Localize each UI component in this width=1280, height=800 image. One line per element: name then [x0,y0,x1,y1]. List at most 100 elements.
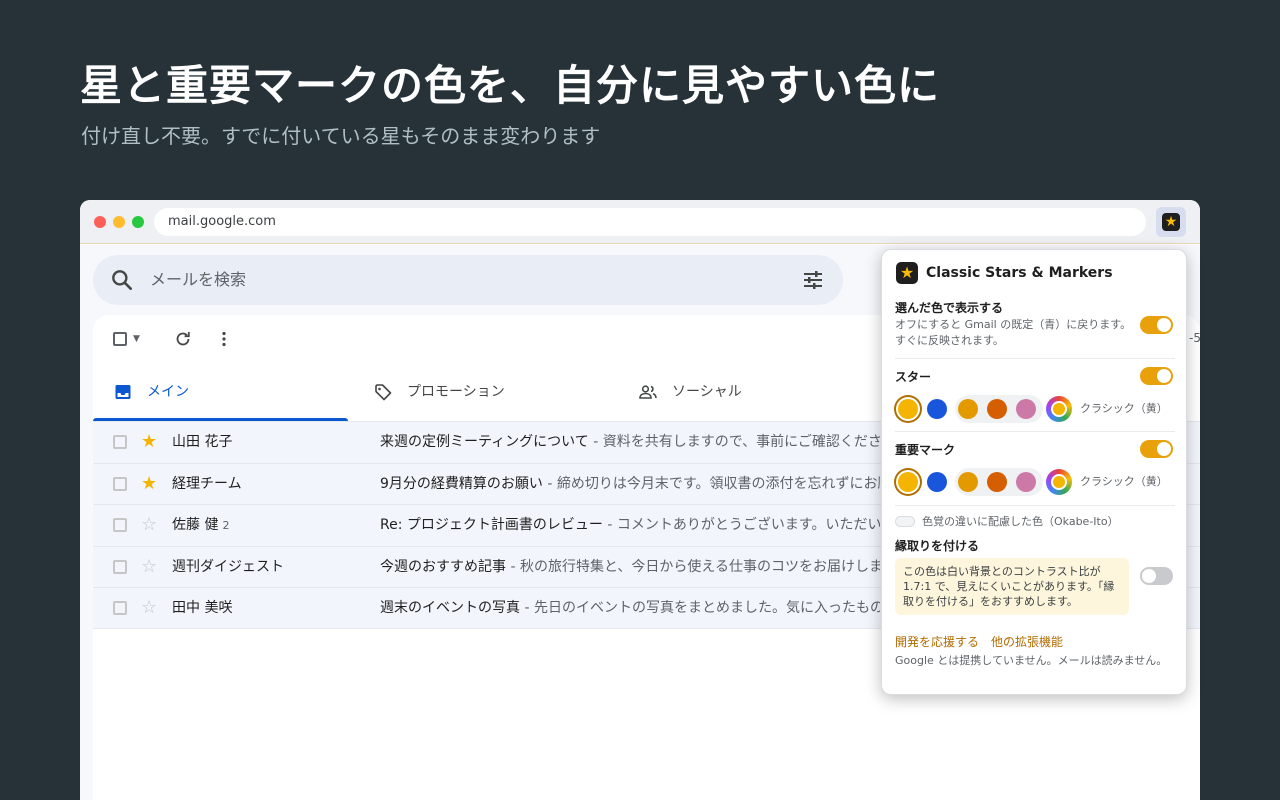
star-outline-icon[interactable]: ☆ [141,513,157,537]
inbox-icon [115,385,131,399]
divider [895,358,1175,359]
search-bar[interactable]: メールを検索 [93,255,843,305]
show-colors-description: オフにすると Gmail の既定（青）に戻ります。すぐに反映されます。 [895,318,1132,347]
row-checkbox[interactable] [113,559,127,574]
star-outline-icon[interactable]: ☆ [141,596,157,620]
refresh-icon[interactable] [173,329,193,349]
star-icon[interactable]: ★ [141,430,157,454]
email-snippet: - 資料を共有しますので、事前にご確認ください [588,434,880,450]
tab-main[interactable]: メイン [93,363,353,421]
swatch-orange[interactable] [958,399,978,419]
marker-color-swatches: クラシック（黄） [895,468,1185,496]
swatch-pink[interactable] [1016,399,1036,419]
star-icon[interactable]: ★ [141,472,157,496]
outline-heading: 縁取りを付ける [895,539,980,553]
show-colors-heading: 選んだ色で表示する [895,301,1004,315]
sender-name: 田中 美咲 [172,600,233,617]
tab-label: プロモーション [407,384,505,400]
swatch-pink[interactable] [1016,472,1036,492]
toggle-knob [1157,318,1171,332]
search-options-icon[interactable] [801,268,825,292]
swatch-vermillion[interactable] [987,399,1007,419]
disclaimer: Google とは提携していません。メールは読みません。 [895,654,1168,667]
row-checkbox[interactable] [113,601,127,616]
popup-links: 開発を応援する 他の拡張機能 [895,633,1075,650]
thread-count: 2 [222,519,230,533]
hero-title: 星と重要マークの色を、自分に見やすい色に [80,61,941,110]
page-range: -5 [1189,331,1200,345]
swatch-blue[interactable] [927,399,947,419]
sender-name: 山田 花子 [172,434,233,450]
toggle-knob [1142,569,1156,583]
email-snippet: - 締め切りは今月末です。領収書の添付を忘れずにお願い [542,475,880,492]
email-subject: 週末のイベントの写真 [380,600,520,617]
tab-promotions[interactable]: プロモーション [353,363,613,421]
star-icon: ★ [896,262,918,284]
email-snippet: - 先日のイベントの写真をまとめました。気に入ったものが [520,600,880,617]
popup-title: Classic Stars & Markers [926,265,1113,281]
email-subject: 今週のおすすめ記事 [380,558,506,575]
address-bar[interactable]: mail.google.com [154,208,1146,236]
toggle-knob [1157,369,1171,383]
sender-name: 経理チーム [172,475,242,492]
email-subject: Re: プロジェクト計画書のレビュー [380,517,603,534]
email-content: Re: プロジェクト計画書のレビュー - コメントありがとうございます。いただい… [380,505,880,546]
star-outline-icon[interactable]: ☆ [141,555,157,579]
close-window-button[interactable] [94,216,106,228]
swatch-yellow[interactable] [898,472,918,492]
email-content: 来週の定例ミーティングについて - 資料を共有しますので、事前にご確認ください [380,422,880,463]
swatch-classic-inner [1051,474,1067,490]
support-link[interactable]: 開発を応援する [895,635,979,649]
tab-label: ソーシャル [672,384,742,400]
star-color-swatches: クラシック（黄） [895,395,1185,423]
swatch-blue[interactable] [927,472,947,492]
row-checkbox[interactable] [113,518,127,533]
extension-button[interactable]: ★ [1156,207,1186,237]
markers-toggle[interactable] [1140,440,1173,458]
swatch-yellow[interactable] [898,399,918,419]
star-icon: ★ [1162,213,1180,231]
divider [895,431,1175,432]
extension-popup: ★ Classic Stars & Markers 選んだ色で表示する オフにす… [881,249,1187,695]
colorblind-checkbox[interactable] [895,516,915,527]
star-selected-label: クラシック（黄） [1080,402,1168,415]
select-all-checkbox[interactable] [113,332,127,346]
other-extensions-link[interactable]: 他の拡張機能 [991,635,1063,649]
swatch-orange[interactable] [958,472,978,492]
swatch-classic-inner [1051,401,1067,417]
tag-icon [375,384,392,401]
minimize-window-button[interactable] [113,216,125,228]
show-colors-toggle[interactable] [1140,316,1173,334]
browser-titlebar: mail.google.com ★ [80,200,1200,244]
divider [895,505,1175,506]
contrast-warning: この色は白い背景とのコントラスト比が 1.7:1 で、見えにくいことがあります。… [895,558,1129,615]
tab-social[interactable]: ソーシャル [618,363,878,421]
hero-subtitle: 付け直し不要。すでに付いている星もそのまま変わります [81,124,601,148]
email-snippet: - 秋の旅行特集と、今日から使える仕事のコツをお届けします [506,558,880,575]
email-content: 9月分の経費精算のお願い - 締め切りは今月末です。領収書の添付を忘れずにお願い [380,464,880,505]
maximize-window-button[interactable] [132,216,144,228]
outline-toggle[interactable] [1140,567,1173,585]
swatch-vermillion[interactable] [987,472,1007,492]
email-snippet: - コメントありがとうございます。いただいた [602,517,880,534]
tab-label: メイン [147,384,189,400]
people-icon [639,385,657,399]
email-subject: 9月分の経費精算のお願い [380,475,543,492]
sender-name: 週刊ダイジェスト [172,558,284,575]
row-checkbox[interactable] [113,435,127,449]
search-input[interactable]: メールを検索 [150,255,246,305]
markers-heading: 重要マーク [895,443,956,457]
email-subject: 来週の定例ミーティングについて [380,434,589,450]
stars-toggle[interactable] [1140,367,1173,385]
row-checkbox[interactable] [113,476,127,491]
swatch-classic[interactable] [1046,469,1072,495]
swatch-classic[interactable] [1046,396,1072,422]
stars-heading: スター [895,370,932,384]
marker-selected-label: クラシック（黄） [1080,475,1168,488]
select-dropdown-icon[interactable]: ▼ [133,329,140,349]
more-vert-icon[interactable] [214,329,234,349]
colorblind-label: 色覚の違いに配慮した色（Okabe-Ito） [922,515,1119,528]
email-content: 週末のイベントの写真 - 先日のイベントの写真をまとめました。気に入ったものが [380,588,880,629]
toggle-knob [1157,442,1171,456]
search-icon[interactable] [109,267,135,293]
